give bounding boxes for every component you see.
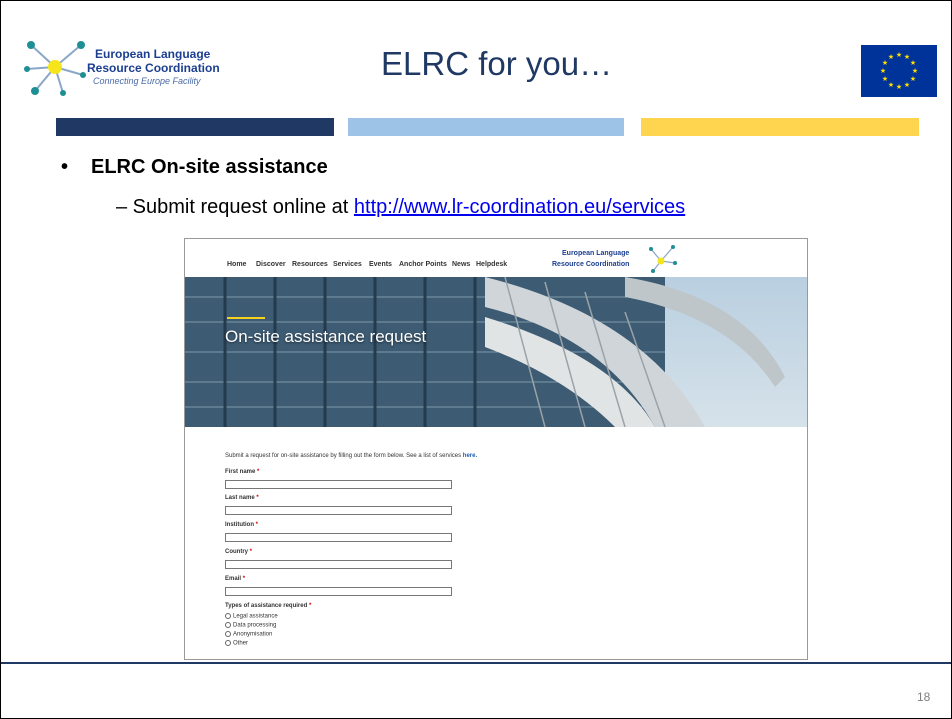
radio-circle-icon	[225, 622, 231, 628]
slide: European Language Resource Coordination …	[0, 0, 952, 719]
radio-label: Data processing	[233, 622, 277, 629]
radio-label: Legal assistance	[233, 613, 278, 620]
radio-anonymisation[interactable]: Anonymisation	[225, 631, 272, 638]
website-logo-line-2: Resource Coordination	[552, 261, 630, 268]
form-intro-text: Submit a request for on-site assistance …	[225, 453, 463, 459]
logo-line-2: Resource Coordination	[87, 61, 220, 75]
eu-flag: ★ ★ ★ ★ ★ ★ ★ ★ ★ ★ ★ ★	[861, 45, 937, 97]
accent-bar-light	[348, 118, 624, 136]
svg-text:★: ★	[896, 83, 902, 91]
page-number: 18	[917, 690, 931, 704]
nav-helpdesk[interactable]: Helpdesk	[476, 261, 507, 268]
svg-text:★: ★	[882, 75, 888, 83]
hero-banner: On-site assistance request	[185, 277, 807, 427]
eu-stars-icon: ★ ★ ★ ★ ★ ★ ★ ★ ★ ★ ★ ★	[880, 51, 918, 91]
website-nav: Home Discover Resources Services Events …	[185, 239, 807, 277]
nav-anchor-points[interactable]: Anchor Points	[399, 261, 447, 268]
svg-text:★: ★	[910, 59, 916, 67]
hero-title: On-site assistance request	[225, 327, 427, 346]
sub-bullet-text: – Submit request online at	[116, 196, 354, 218]
institution-input[interactable]	[225, 533, 452, 542]
svg-text:★: ★	[880, 67, 886, 75]
email-label: Email *	[225, 576, 245, 582]
hero-accent-line	[227, 317, 265, 319]
types-label-text: Types of assistance required	[225, 603, 308, 609]
svg-text:★: ★	[910, 75, 916, 83]
logo-tagline: Connecting Europe Facility	[93, 76, 201, 86]
nav-resources[interactable]: Resources	[292, 261, 328, 268]
svg-text:★: ★	[888, 53, 894, 61]
sub-bullet: – Submit request online at http://www.lr…	[116, 196, 685, 219]
radio-legal-assistance[interactable]: Legal assistance	[225, 613, 278, 620]
email-label-text: Email	[225, 576, 242, 582]
country-label: Country *	[225, 549, 252, 555]
nav-events[interactable]: Events	[369, 261, 392, 268]
website-logo[interactable]: European Language Resource Coordination	[552, 245, 682, 277]
logo-line-1: European Language	[95, 47, 211, 61]
nav-news[interactable]: News	[452, 261, 470, 268]
email-input[interactable]	[225, 587, 452, 596]
nav-services[interactable]: Services	[333, 261, 362, 268]
radio-label: Other	[233, 640, 249, 647]
radio-label: Anonymisation	[233, 631, 273, 638]
required-mark: *	[308, 603, 312, 609]
services-link[interactable]: http://www.lr-coordination.eu/services	[354, 196, 685, 218]
nav-home[interactable]: Home	[227, 261, 246, 268]
nav-discover[interactable]: Discover	[256, 261, 286, 268]
first-name-label-text: First name	[225, 469, 256, 475]
svg-text:★: ★	[896, 51, 902, 59]
radio-circle-icon	[225, 640, 231, 646]
bullet-dot: •	[61, 156, 69, 178]
building-photo	[185, 277, 807, 427]
elrc-logo: European Language Resource Coordination …	[23, 35, 233, 99]
first-name-label: First name *	[225, 469, 259, 475]
accent-bar-dark	[56, 118, 334, 136]
svg-text:★: ★	[912, 67, 918, 75]
accent-bar-yellow	[641, 118, 919, 136]
institution-label-text: Institution	[225, 522, 254, 528]
website-screenshot: Home Discover Resources Services Events …	[184, 238, 808, 660]
country-input[interactable]	[225, 560, 452, 569]
website-logo-icon	[649, 245, 677, 273]
institution-label: Institution *	[225, 522, 258, 528]
services-list-link[interactable]: here.	[463, 453, 477, 459]
country-label-text: Country	[225, 549, 248, 555]
slide-title: ELRC for you…	[381, 45, 613, 82]
required-mark: *	[256, 495, 259, 501]
radio-circle-icon	[225, 631, 231, 637]
required-mark: *	[255, 522, 259, 528]
required-mark: *	[257, 469, 260, 475]
footer-rule	[1, 662, 951, 664]
radio-other[interactable]: Other	[225, 640, 248, 647]
first-name-input[interactable]	[225, 480, 452, 489]
required-mark: *	[249, 549, 253, 555]
bullet-label: ELRC On-site assistance	[91, 156, 328, 178]
bullet-item: • ELRC On-site assistance	[61, 156, 328, 179]
radio-data-processing[interactable]: Data processing	[225, 622, 276, 629]
last-name-input[interactable]	[225, 506, 452, 515]
elrc-network-icon	[24, 41, 86, 96]
radio-circle-icon	[225, 613, 231, 619]
svg-text:★: ★	[888, 81, 894, 89]
website-logo-line-1: European Language	[562, 250, 630, 257]
last-name-label-text: Last name	[225, 495, 255, 501]
required-mark: *	[242, 576, 246, 582]
svg-text:★: ★	[904, 81, 910, 89]
types-label: Types of assistance required *	[225, 603, 311, 609]
last-name-label: Last name *	[225, 495, 259, 501]
form-intro: Submit a request for on-site assistance …	[225, 453, 477, 459]
